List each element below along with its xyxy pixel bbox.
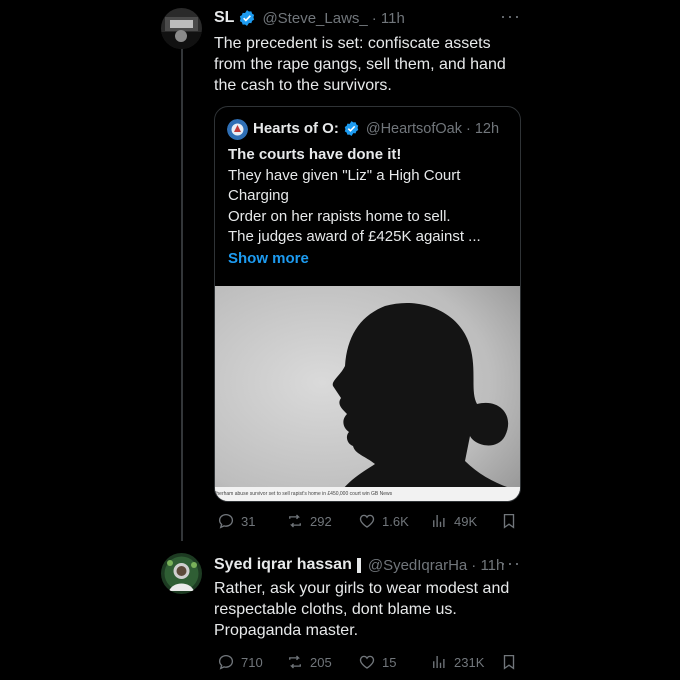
- quoted-headline: The courts have done it!: [228, 146, 402, 163]
- bookmark-icon: [503, 654, 515, 670]
- analytics-icon: [433, 515, 445, 527]
- tweet-text-line: Propaganda master.: [214, 622, 359, 639]
- repost-count: 205: [310, 654, 332, 670]
- tweet-text: The precedent is set: confiscate assets …: [214, 33, 514, 96]
- thread-connector-line: [181, 46, 183, 541]
- reply-button[interactable]: 31: [217, 512, 255, 530]
- repost-icon: [289, 655, 301, 669]
- reply-icon: [218, 654, 234, 670]
- tweet-header: Syed iqrar hassan @SyedIqrarHa · 11h: [214, 556, 504, 574]
- repost-button[interactable]: 292: [286, 512, 332, 530]
- bookmark-button[interactable]: [500, 512, 518, 530]
- quoted-display-name[interactable]: Hearts of O:: [253, 120, 339, 137]
- view-count: 231K: [454, 654, 485, 670]
- timestamp[interactable]: · 11h: [372, 10, 405, 27]
- tweet-text-line: Rather, ask your girls to wear modest an…: [214, 580, 510, 597]
- bookmark-icon: [503, 513, 515, 529]
- verified-badge-icon: [240, 10, 255, 26]
- verified-badge-icon: [344, 121, 359, 136]
- show-more-link[interactable]: Show more: [228, 249, 513, 270]
- tweet-header: SL @Steve_Laws_ · 11h: [214, 9, 405, 27]
- reply-icon: [218, 513, 234, 529]
- avatar[interactable]: [161, 553, 202, 594]
- silhouette-image: [215, 286, 520, 501]
- more-options-icon[interactable]: ···: [500, 6, 521, 27]
- quoted-handle[interactable]: @HeartsofOak: [366, 121, 462, 137]
- tweet-text-line: the cash to the survivors.: [214, 77, 392, 94]
- like-button[interactable]: 15: [358, 653, 396, 671]
- quoted-avatar[interactable]: [227, 119, 248, 140]
- reply-count: 710: [241, 654, 263, 670]
- view-count: 49K: [454, 513, 478, 529]
- flag-emoji-icon: [356, 557, 361, 573]
- views-button[interactable]: 49K: [430, 512, 477, 530]
- like-button[interactable]: 1.6K: [358, 512, 409, 530]
- like-count: 15: [382, 654, 397, 670]
- quoted-media-image[interactable]: therham abuse survivor set to sell rapis…: [215, 286, 520, 501]
- quoted-text-line: Charging: [228, 187, 289, 204]
- tweet-text: Rather, ask your girls to wear modest an…: [214, 578, 514, 641]
- bookmark-button[interactable]: [500, 653, 518, 671]
- analytics-icon: [433, 656, 445, 668]
- quoted-text-line: Order on her rapists home to sell.: [228, 207, 451, 225]
- handle[interactable]: @SyedIqrarHa: [368, 557, 467, 574]
- views-button[interactable]: 231K: [430, 653, 484, 671]
- repost-icon: [289, 514, 301, 528]
- heart-icon: [359, 655, 375, 669]
- reply-button[interactable]: 710: [217, 653, 263, 671]
- avatar[interactable]: [161, 8, 202, 49]
- quoted-timestamp[interactable]: · 12h: [466, 121, 499, 137]
- tweet-text-line: respectable cloths, dont blame us.: [214, 601, 457, 618]
- quoted-text-line: The judges award of £425K against ...: [228, 228, 481, 245]
- repost-button[interactable]: 205: [286, 653, 332, 671]
- handle[interactable]: @Steve_Laws_: [262, 10, 367, 27]
- display-name[interactable]: Syed iqrar hassan: [214, 556, 352, 574]
- more-options-icon[interactable]: ···: [500, 553, 521, 574]
- like-count: 1.6K: [382, 513, 409, 529]
- quoted-text-line: They have given "Liz" a High Court: [228, 166, 461, 184]
- quoted-tweet-card[interactable]: Hearts of O: @HeartsofOak · 12h The cour…: [214, 106, 521, 502]
- display-name[interactable]: SL: [214, 9, 234, 27]
- tweet-text-line: from the rape gangs, sell them, and hand: [214, 56, 506, 73]
- tweet-text-line: The precedent is set: confiscate assets: [214, 35, 491, 52]
- image-caption: therham abuse survivor set to sell rapis…: [215, 491, 393, 497]
- heart-icon: [359, 514, 375, 528]
- reply-count: 31: [241, 513, 256, 529]
- quoted-tweet-header: Hearts of O: @HeartsofOak · 12h: [253, 120, 499, 137]
- quoted-tweet-text: The courts have done it! They have given…: [228, 145, 513, 269]
- repost-count: 292: [310, 513, 332, 529]
